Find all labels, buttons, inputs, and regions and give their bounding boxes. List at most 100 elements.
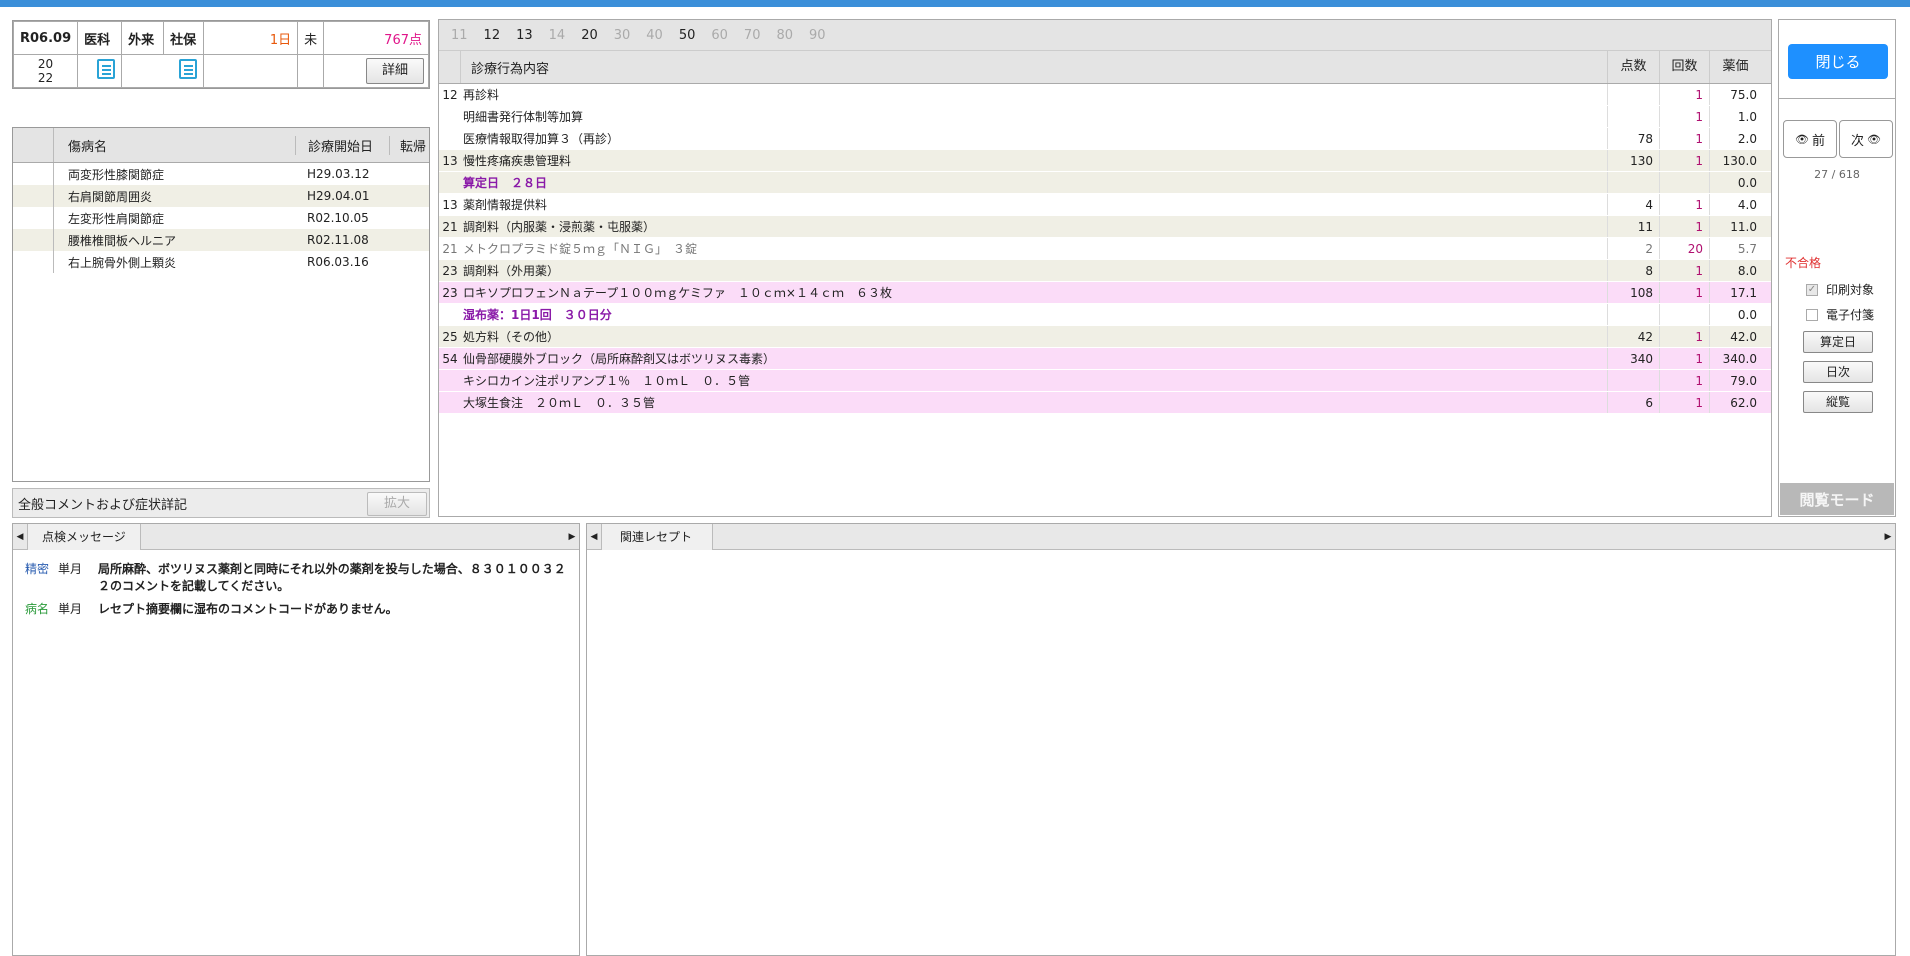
era-date: R06.09 xyxy=(12,21,79,55)
tab-13[interactable]: 13 xyxy=(516,28,533,43)
treatment-code: 13 xyxy=(442,153,458,168)
treatment-name: 慢性疼痛疾患管理料 xyxy=(463,154,572,168)
treatment-price: 0.0 xyxy=(1709,172,1761,193)
disease-row[interactable]: 腰椎椎間板ヘルニア R02.11.08 xyxy=(13,229,429,251)
detail-button[interactable]: 詳細 xyxy=(366,58,424,84)
treatment-row[interactable]: 21 調剤料（内服薬・浸煎薬・屯服薬） 11 1 11.0 xyxy=(439,216,1771,238)
disease-name: 左変形性肩関節症 xyxy=(68,211,165,226)
treatment-price: 0.0 xyxy=(1709,304,1761,325)
doc-cell-1[interactable] xyxy=(77,54,123,88)
tab-30[interactable]: 30 xyxy=(614,28,631,43)
treatment-name: 薬剤情報提供料 xyxy=(463,198,548,212)
treatment-name: 仙骨部硬膜外ブロック（局所麻酔剤又はボツリヌス毒素） xyxy=(463,352,776,366)
disease-row[interactable]: 右上腕骨外側上顆炎 R06.03.16 xyxy=(13,251,429,273)
tab-20[interactable]: 20 xyxy=(581,28,598,43)
treatment-code: 23 xyxy=(442,263,458,278)
treatment-header: 診療行為内容 点数 回数 薬価 xyxy=(439,50,1771,84)
disease-date: R02.10.05 xyxy=(307,211,369,225)
window-top-bar xyxy=(0,0,1910,7)
overview-button[interactable]: 縦覧 xyxy=(1803,391,1873,413)
comment-bar: 全般コメントおよび症状詳記 拡大 xyxy=(12,488,430,518)
next-button[interactable]: 次 👁 xyxy=(1839,120,1893,158)
disease-date: H29.03.12 xyxy=(307,167,370,181)
check-message[interactable]: 精密 単月 局所麻酔、ボツリヌス薬剤と同時にそれ以外の薬剤を投与した場合、８３０１０… xyxy=(13,558,579,598)
number-top: 20 xyxy=(37,57,54,71)
treatment-price: 79.0 xyxy=(1709,370,1761,391)
col-outcome[interactable]: 転帰 xyxy=(389,135,429,155)
col-points[interactable]: 点数 xyxy=(1607,51,1659,83)
scroll-right-icon[interactable]: ▶ xyxy=(1881,532,1895,542)
e-attach-check[interactable]: 電子付箋 xyxy=(1806,306,1874,323)
scroll-right-icon[interactable]: ▶ xyxy=(565,532,579,542)
tab-related-receipts[interactable]: 関連レセプト xyxy=(601,523,714,550)
treatment-price: 75.0 xyxy=(1709,84,1761,105)
treatment-row[interactable]: 湿布薬：1日1回 ３０日分 0.0 xyxy=(439,304,1771,326)
treatment-count: 1 xyxy=(1659,392,1709,413)
treatment-row[interactable]: キシロカイン注ポリアンプ１％ １０ｍＬ ０．５管 1 79.0 xyxy=(439,370,1771,392)
disease-row[interactable]: 右肩関節周囲炎 H29.04.01 xyxy=(13,185,429,207)
tab-50[interactable]: 50 xyxy=(679,28,696,43)
daily-button[interactable]: 日次 xyxy=(1803,361,1873,383)
treatment-name: メトクロプラミド錠５ｍｇ「ＮＩＧ」 ３錠 xyxy=(463,242,698,256)
disease-row[interactable]: 両変形性膝関節症 H29.03.12 xyxy=(13,163,429,185)
treatment-row[interactable]: 12 再診料 1 75.0 xyxy=(439,84,1771,106)
treatment-row[interactable]: 25 処方料（その他） 42 1 42.0 xyxy=(439,326,1771,348)
col-price[interactable]: 薬価 xyxy=(1709,51,1761,83)
insurance-type: 社保 xyxy=(163,21,205,55)
treatment-row[interactable]: 23 調剤料（外用薬） 8 1 8.0 xyxy=(439,260,1771,282)
document-icon[interactable] xyxy=(179,59,198,79)
document-icon[interactable] xyxy=(97,59,116,79)
treatment-code: 54 xyxy=(442,351,458,366)
treatment-row[interactable]: 13 慢性疼痛疾患管理料 130 1 130.0 xyxy=(439,150,1771,172)
col-count[interactable]: 回数 xyxy=(1659,51,1709,83)
scroll-left-icon[interactable]: ◀ xyxy=(13,532,27,542)
col-treatment[interactable]: 診療行為内容 xyxy=(461,58,1607,77)
treatment-points: 108 xyxy=(1607,282,1659,303)
treatment-code: 13 xyxy=(442,197,458,212)
doc-cell-2[interactable] xyxy=(121,54,205,88)
tab-90[interactable]: 90 xyxy=(809,28,826,43)
checkbox-checked[interactable]: ✓ xyxy=(1806,283,1818,296)
tab-80[interactable]: 80 xyxy=(776,28,793,43)
treatment-code: 21 xyxy=(442,219,458,234)
eye-icon: 👁 xyxy=(1795,132,1809,146)
disease-row[interactable]: 左変形性肩関節症 R02.10.05 xyxy=(13,207,429,229)
treatment-row[interactable]: 大塚生食注 ２０ｍＬ ０．３５管 6 1 62.0 xyxy=(439,392,1771,414)
treatment-points: 4 xyxy=(1607,194,1659,215)
treatment-row[interactable]: 算定日 ２８日 0.0 xyxy=(439,172,1771,194)
col-start-date[interactable]: 診療開始日 xyxy=(295,135,389,155)
treatment-name: 湿布薬：1日1回 ３０日分 xyxy=(463,308,612,322)
tab-11[interactable]: 11 xyxy=(451,28,468,43)
tab-60[interactable]: 60 xyxy=(711,28,728,43)
tab-12[interactable]: 12 xyxy=(484,28,501,43)
treatment-row[interactable]: 13 薬剤情報提供料 4 1 4.0 xyxy=(439,194,1771,216)
treatment-row[interactable]: 54 仙骨部硬膜外ブロック（局所麻酔剤又はボツリヌス毒素） 340 1 340.0 xyxy=(439,348,1771,370)
col-disease-name[interactable]: 傷病名 xyxy=(54,136,295,155)
treatment-name: 再診料 xyxy=(463,88,500,102)
treatment-count: 1 xyxy=(1659,84,1709,105)
checkbox[interactable] xyxy=(1806,308,1818,321)
treatment-name: 算定日 ２８日 xyxy=(463,176,548,190)
treatment-row[interactable]: 医療情報取得加算３（再診） 78 1 2.0 xyxy=(439,128,1771,150)
treatment-name: 明細書発行体制等加算 xyxy=(463,110,584,124)
tab-check-messages[interactable]: 点検メッセージ xyxy=(27,523,141,550)
related-receipt-panel: ◀ 関連レセプト ▶ xyxy=(586,523,1896,956)
prev-button[interactable]: 👁 前 xyxy=(1783,120,1837,158)
treatment-count: 1 xyxy=(1659,370,1709,391)
calc-day-button[interactable]: 算定日 xyxy=(1803,331,1873,353)
treatment-row[interactable]: 23 ロキソプロフェンＮａテープ１００ｍｇケミファ １０ｃｍ×１４ｃｍ ６３枚 10… xyxy=(439,282,1771,304)
related-tabs: ◀ 関連レセプト ▶ xyxy=(587,523,1895,550)
treatment-code: 21 xyxy=(442,241,458,256)
close-button[interactable]: 閉じる xyxy=(1788,44,1888,79)
print-target-check[interactable]: ✓ 印刷対象 xyxy=(1806,281,1874,298)
treatment-count: 1 xyxy=(1659,106,1709,127)
treatment-row[interactable]: 21 メトクロプラミド錠５ｍｇ「ＮＩＧ」 ３錠 2 20 5.7 xyxy=(439,238,1771,260)
tab-40[interactable]: 40 xyxy=(646,28,663,43)
treatment-row[interactable]: 明細書発行体制等加算 1 1.0 xyxy=(439,106,1771,128)
tab-70[interactable]: 70 xyxy=(744,28,761,43)
expand-button[interactable]: 拡大 xyxy=(367,492,427,516)
tab-14[interactable]: 14 xyxy=(549,28,566,43)
check-message[interactable]: 病名 単月 レセプト摘要欄に湿布のコメントコードがありません。 xyxy=(13,598,579,621)
scroll-left-icon[interactable]: ◀ xyxy=(587,532,601,542)
treatment-name: 処方料（その他） xyxy=(463,330,560,344)
